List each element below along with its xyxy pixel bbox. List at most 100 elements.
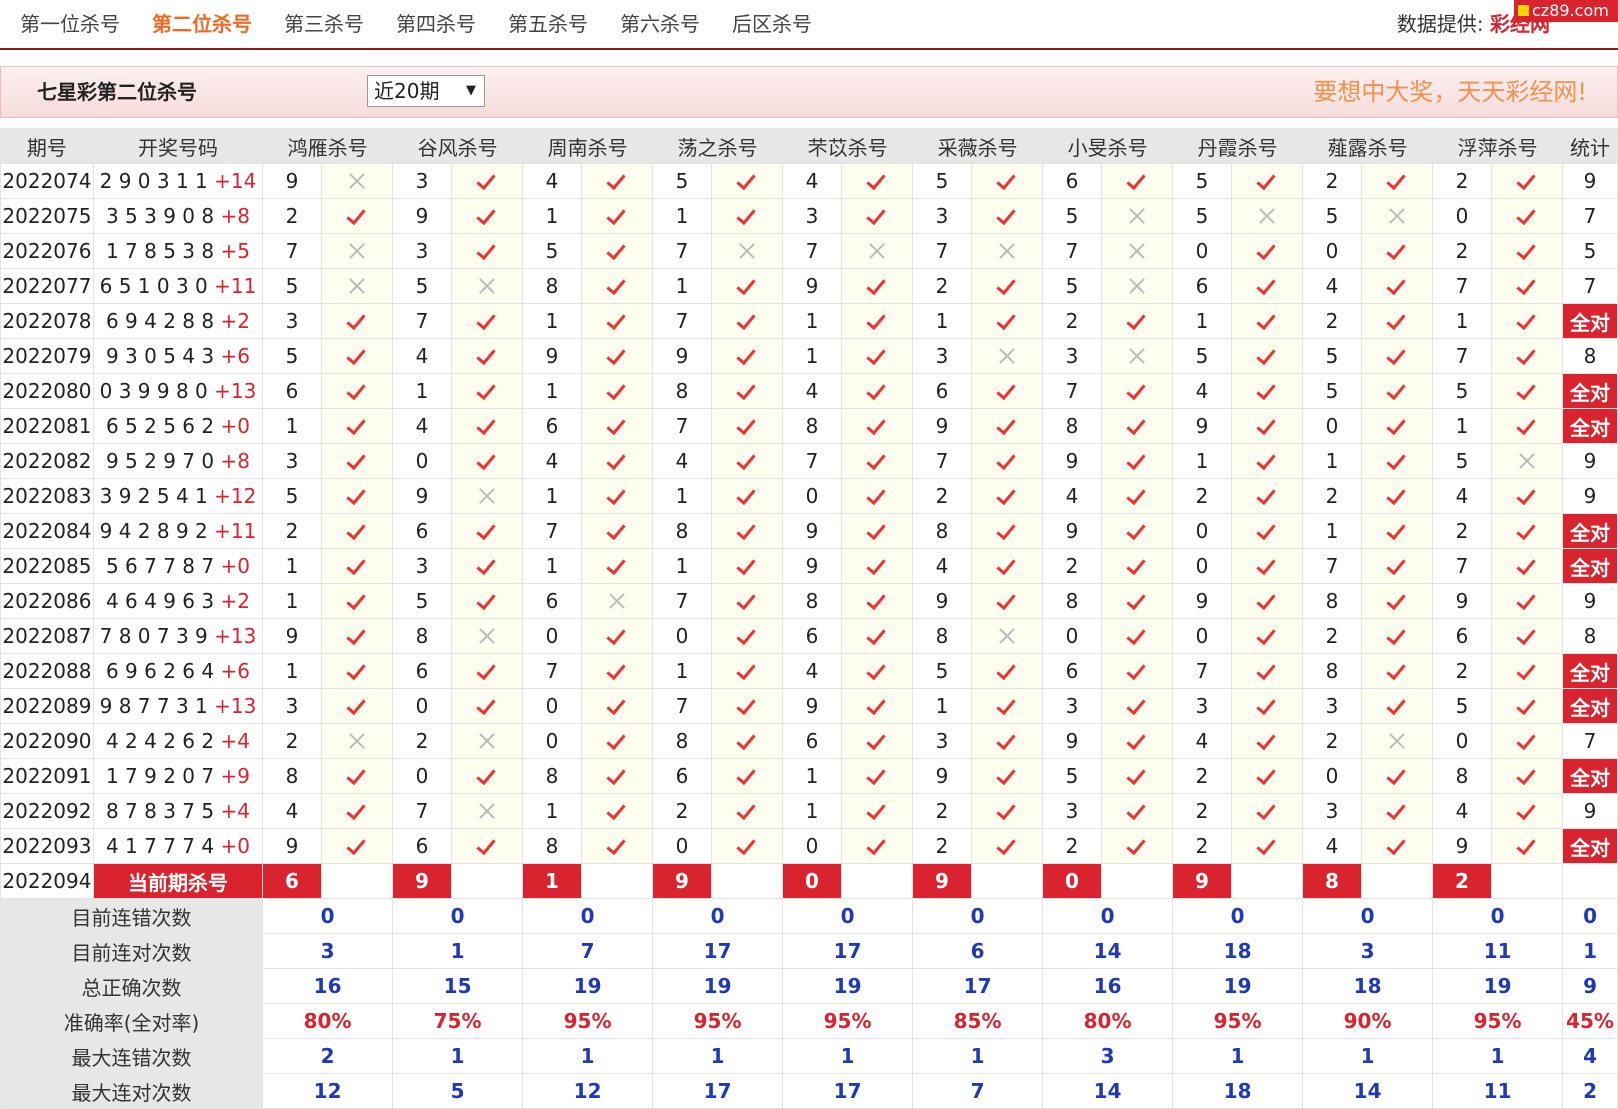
table-row: 2022091 1 7 9 2 0 7 +9 8 0 8 6 1 9 5 2 0 8 全对 (0, 758, 1618, 794)
result-cell (450, 653, 524, 689)
period-select[interactable]: 近20期 ▼ (367, 75, 485, 107)
expert-pick: 1 (1302, 443, 1362, 479)
result-cell (1490, 688, 1564, 724)
result-cell (1230, 163, 1304, 199)
check-icon (864, 488, 890, 504)
all-correct-badge: 全对 (1562, 688, 1618, 724)
result-cell (1230, 688, 1304, 724)
expert-pick: 2 (1172, 793, 1232, 829)
check-icon (474, 698, 500, 714)
check-icon (1254, 313, 1280, 329)
expert-pick: 3 (392, 233, 452, 269)
result-cell (1100, 408, 1174, 444)
stat-value: 11 (1432, 1073, 1564, 1109)
result-cell (970, 513, 1044, 549)
check-icon (344, 768, 370, 784)
expert-pick: 6 (1172, 268, 1232, 304)
check-icon (1254, 488, 1280, 504)
result-cell (580, 443, 654, 479)
expert-pick: 4 (912, 548, 972, 584)
result-cell (1360, 373, 1434, 409)
result-cell (580, 618, 654, 654)
stat-value: 0 (522, 898, 654, 934)
check-icon (344, 628, 370, 644)
result-cell (710, 443, 784, 479)
result-cell (1100, 618, 1174, 654)
check-icon (1514, 278, 1540, 294)
nav-tab-5[interactable]: 第五杀号 (508, 0, 588, 48)
expert-pick: 2 (262, 723, 322, 759)
table-row: 2022089 9 8 7 7 3 1 +13 3 0 0 7 9 1 3 3 3 5 全对 (0, 688, 1618, 724)
check-icon (1384, 243, 1410, 259)
col-header-issue: 期号 (0, 128, 94, 164)
check-icon (1514, 593, 1540, 609)
result-cell (320, 163, 394, 199)
check-icon (1514, 803, 1540, 819)
nav-tab-4[interactable]: 第四杀号 (396, 0, 476, 48)
check-icon (1254, 418, 1280, 434)
stat-value: 19 (1172, 968, 1304, 1004)
draw-special: +0 (220, 414, 250, 438)
current-pick: 0 (1042, 863, 1102, 899)
expert-pick: 8 (1302, 583, 1362, 619)
check-icon (474, 768, 500, 784)
expert-pick: 0 (782, 828, 842, 864)
check-icon (734, 523, 760, 539)
check-icon (994, 208, 1020, 224)
check-icon (734, 628, 760, 644)
check-icon (734, 803, 760, 819)
check-icon (474, 418, 500, 434)
check-icon (994, 838, 1020, 854)
check-icon (864, 523, 890, 539)
draw-numbers: 1 7 8 5 3 8 +5 (92, 233, 264, 269)
nav-tab-2[interactable]: 第二位杀号 (152, 0, 252, 48)
expert-pick: 8 (912, 618, 972, 654)
check-icon (734, 453, 760, 469)
result-cell (840, 758, 914, 794)
stat-count: 7 (1562, 198, 1618, 234)
check-icon (474, 558, 500, 574)
expert-pick: 2 (1172, 828, 1232, 864)
check-icon (1124, 418, 1150, 434)
expert-pick: 3 (1042, 793, 1102, 829)
result-cell (450, 198, 524, 234)
result-cell (1490, 513, 1564, 549)
result-cell (1360, 268, 1434, 304)
nav-tab-7[interactable]: 后区杀号 (732, 0, 812, 48)
stat-value: 95% (1432, 1003, 1564, 1039)
check-icon (1254, 383, 1280, 399)
expert-pick: 0 (1302, 233, 1362, 269)
nav-tab-3[interactable]: 第三杀号 (284, 0, 364, 48)
draw-numbers: 2 9 0 3 1 1 +14 (92, 163, 264, 199)
expert-pick: 9 (912, 408, 972, 444)
check-icon (1514, 208, 1540, 224)
nav-tab-1[interactable]: 第一位杀号 (20, 0, 120, 48)
check-icon (1514, 243, 1540, 259)
nav-tab-6[interactable]: 第六杀号 (620, 0, 700, 48)
draw-special: +0 (220, 554, 250, 578)
empty-cell (1230, 863, 1304, 899)
expert-pick: 9 (522, 338, 582, 374)
result-cell (320, 548, 394, 584)
expert-pick: 0 (782, 478, 842, 514)
expert-pick: 5 (1432, 688, 1492, 724)
site-badge[interactable]: cz89.com (1514, 0, 1618, 22)
result-cell (1230, 828, 1304, 864)
result-cell (1230, 408, 1304, 444)
stat-count: 9 (1562, 443, 1618, 479)
check-icon (864, 803, 890, 819)
check-icon (1514, 733, 1540, 749)
table-row: 2022086 4 6 4 9 6 3 +2 1 5 6 7 8 9 8 9 8 9 9 (0, 583, 1618, 619)
result-cell (1360, 653, 1434, 689)
badge-text: cz89.com (1532, 1, 1609, 20)
issue-number: 2022082 (0, 443, 94, 479)
table-row: 2022078 6 9 4 2 8 8 +2 3 7 1 7 1 1 2 1 2 1 全对 (0, 303, 1618, 339)
result-cell (580, 758, 654, 794)
draw-numbers: 4 1 7 7 7 4 +0 (92, 828, 264, 864)
slogan: 要想中大奖，天天彩经网! (1313, 78, 1587, 106)
check-icon (1514, 768, 1540, 784)
expert-pick: 4 (1302, 268, 1362, 304)
result-cell (840, 373, 914, 409)
result-cell (710, 653, 784, 689)
check-icon (1514, 698, 1540, 714)
